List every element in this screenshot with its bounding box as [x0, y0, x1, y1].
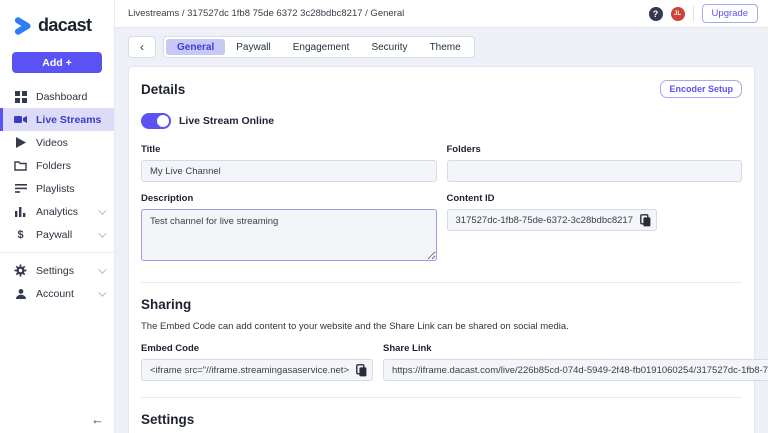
- embed-code-label: Embed Code: [141, 343, 373, 354]
- details-header: Details Encoder Setup: [141, 80, 742, 98]
- online-toggle-label: Live Stream Online: [179, 115, 274, 127]
- sidebar-item-videos[interactable]: Videos: [0, 131, 114, 154]
- chevron-down-icon: [98, 229, 106, 237]
- main-area: Livestreams / 317527dc 1fb8 75de 6372 3c…: [115, 0, 768, 433]
- sidebar-item-live-streams[interactable]: Live Streams: [0, 108, 114, 131]
- sidebar-item-label: Paywall: [36, 229, 72, 241]
- title-input[interactable]: [141, 160, 437, 182]
- embed-code-field-group: Embed Code <iframe src="//iframe.streami…: [141, 332, 373, 381]
- live-streams-icon: [14, 113, 27, 126]
- tabs-row: ‹ General Paywall Engagement Security Th…: [128, 36, 755, 58]
- back-button[interactable]: ‹: [128, 36, 156, 58]
- details-heading: Details: [141, 82, 185, 97]
- sharing-heading: Sharing: [141, 297, 742, 312]
- chevron-down-icon: [98, 288, 106, 296]
- analytics-icon: [14, 205, 27, 218]
- sidebar-item-label: Videos: [36, 137, 68, 149]
- share-link-field-group: Share Link https://iframe.dacast.com/liv…: [383, 332, 768, 381]
- sidebar-item-label: Live Streams: [36, 114, 101, 126]
- settings-heading: Settings: [141, 412, 742, 427]
- sidebar-collapse-button[interactable]: ←: [91, 413, 104, 426]
- copy-embed-code-button[interactable]: [356, 364, 367, 377]
- title-folders-grid: Title Folders Description Test channel f…: [141, 133, 742, 266]
- folders-label: Folders: [447, 144, 743, 155]
- sidebar-item-account[interactable]: Account: [0, 282, 114, 305]
- folders-input[interactable]: [447, 160, 743, 182]
- sidebar-item-folders[interactable]: Folders: [0, 154, 114, 177]
- embed-code-value: <iframe src="//iframe.streamingasaservic…: [150, 365, 349, 376]
- sidebar-item-dashboard[interactable]: Dashboard: [0, 85, 114, 108]
- sharing-grid: Embed Code <iframe src="//iframe.streami…: [141, 332, 742, 381]
- tab-security[interactable]: Security: [360, 39, 418, 55]
- sharing-description: The Embed Code can add content to your w…: [141, 321, 742, 332]
- copy-content-id-button[interactable]: [640, 214, 651, 227]
- section-divider: [141, 397, 742, 398]
- sidebar-item-paywall[interactable]: $ Paywall: [0, 223, 114, 246]
- tab-general[interactable]: General: [166, 39, 225, 55]
- sidebar-item-label: Settings: [36, 265, 74, 277]
- share-link-value: https://iframe.dacast.com/live/226b85cd-…: [392, 365, 768, 376]
- tab-engagement[interactable]: Engagement: [282, 39, 361, 55]
- chevron-down-icon: [98, 206, 106, 214]
- dacast-logo: dacast: [0, 0, 114, 48]
- description-textarea[interactable]: Test channel for live streaming: [141, 209, 437, 261]
- playlists-icon: [14, 182, 27, 195]
- live-stream-online-toggle[interactable]: [141, 113, 171, 129]
- content-area: ‹ General Paywall Engagement Security Th…: [115, 28, 768, 433]
- content-id-field: 317527dc-1fb8-75de-6372-3c28bdbc8217: [447, 209, 657, 231]
- sidebar-item-playlists[interactable]: Playlists: [0, 177, 114, 200]
- breadcrumb: Livestreams / 317527dc 1fb8 75de 6372 3c…: [128, 8, 404, 19]
- title-label: Title: [141, 144, 437, 155]
- tab-paywall[interactable]: Paywall: [225, 39, 281, 55]
- folders-icon: [14, 159, 27, 172]
- topbar-right: ? JL Upgrade: [649, 4, 758, 23]
- dacast-logo-text: dacast: [38, 15, 91, 36]
- sidebar-item-label: Account: [36, 288, 74, 300]
- sidebar-item-settings[interactable]: Settings: [0, 259, 114, 282]
- tab-bar: General Paywall Engagement Security Them…: [163, 36, 475, 58]
- sidebar-item-label: Folders: [36, 160, 71, 172]
- upgrade-button[interactable]: Upgrade: [702, 4, 758, 23]
- sidebar-item-label: Playlists: [36, 183, 75, 195]
- copy-icon: [640, 214, 651, 227]
- content-id-field-group: Content ID 317527dc-1fb8-75de-6372-3c28b…: [447, 182, 743, 231]
- add-button[interactable]: Add +: [12, 52, 102, 73]
- encoder-setup-button[interactable]: Encoder Setup: [660, 80, 742, 98]
- section-divider: [141, 282, 742, 283]
- settings-icon: [14, 264, 27, 277]
- description-field-group: Description Test channel for live stream…: [141, 182, 437, 266]
- share-link-field: https://iframe.dacast.com/live/226b85cd-…: [383, 359, 768, 381]
- avatar[interactable]: JL: [671, 7, 685, 21]
- content-id-label: Content ID: [447, 193, 743, 204]
- sidebar-item-analytics[interactable]: Analytics: [0, 200, 114, 223]
- dashboard-icon: [14, 90, 27, 103]
- tab-theme[interactable]: Theme: [419, 39, 472, 55]
- account-icon: [14, 287, 27, 300]
- toggle-knob: [157, 115, 169, 127]
- description-label: Description: [141, 193, 437, 204]
- sidebar-item-label: Dashboard: [36, 91, 87, 103]
- videos-icon: [14, 136, 27, 149]
- online-toggle-row: Live Stream Online: [141, 113, 742, 129]
- settings-card: Details Encoder Setup Live Stream Online…: [128, 66, 755, 433]
- chevron-down-icon: [98, 265, 106, 273]
- help-icon[interactable]: ?: [649, 7, 663, 21]
- folders-field-group: Folders: [447, 133, 743, 182]
- topbar: Livestreams / 317527dc 1fb8 75de 6372 3c…: [115, 0, 768, 28]
- dacast-logo-icon: [13, 16, 33, 36]
- embed-code-field: <iframe src="//iframe.streamingasaservic…: [141, 359, 373, 381]
- sidebar: dacast Add + Dashboard Live Streams Vide…: [0, 0, 115, 433]
- sidebar-divider: [0, 252, 114, 253]
- title-field-group: Title: [141, 133, 437, 182]
- topbar-divider: [693, 6, 694, 22]
- content-id-value: 317527dc-1fb8-75de-6372-3c28bdbc8217: [456, 215, 633, 226]
- sidebar-item-label: Analytics: [36, 206, 78, 218]
- paywall-icon: $: [14, 228, 27, 241]
- share-link-label: Share Link: [383, 343, 768, 354]
- copy-icon: [356, 364, 367, 377]
